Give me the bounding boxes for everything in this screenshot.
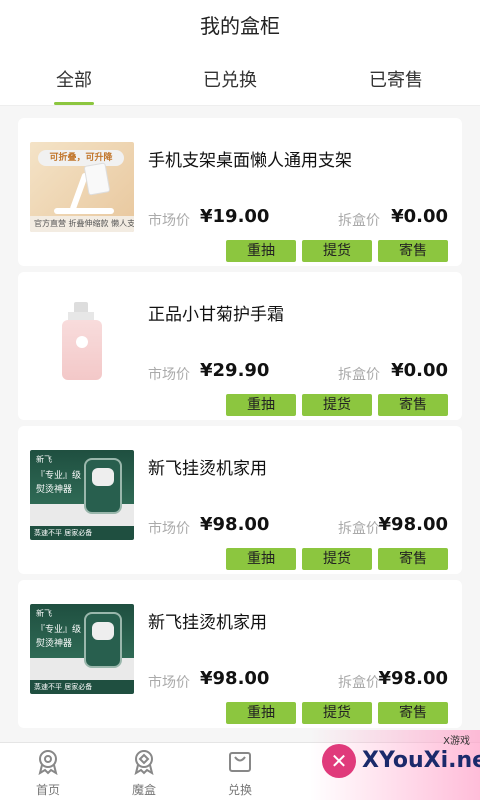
thumb-footer: 官方直营 折叠伸缩款 懒人支架 [30, 216, 134, 232]
shopping-bag-icon [229, 752, 251, 772]
thumb-line2: 熨烫神器 [36, 639, 73, 649]
list-item: 可折叠，可升降 官方直营 折叠伸缩款 懒人支架 手机支架桌面懒人通用支架 市场价… [18, 118, 462, 266]
nav-label: 魔盒 [131, 783, 156, 797]
market-price-label: 市场价 [148, 521, 190, 537]
market-price-value: ¥19.00 [200, 206, 270, 227]
nav-label: 兑换 [227, 783, 252, 797]
list-item: 正品小甘菊护手霜 市场价 ¥29.90 拆盒价 ¥0.00 重抽 提货 寄售 [18, 272, 462, 420]
magic-box-icon [134, 750, 154, 775]
watermark: X游戏 ✕ XYouXi.net [310, 730, 480, 800]
action-buttons: 重抽 提货 寄售 [220, 702, 448, 726]
product-thumbnail[interactable]: 新飞 『专业』级 熨烫神器 蒸速不平 居家必备 [30, 604, 134, 694]
consign-button[interactable]: 寄售 [378, 240, 448, 262]
page-title: 我的盒柜 [200, 14, 280, 38]
nav-magic-box[interactable]: 魔盒 [96, 749, 192, 798]
action-buttons: 重抽 提货 寄售 [220, 394, 448, 418]
tab-exchanged[interactable]: 已兑换 [170, 66, 290, 92]
market-price-value: ¥98.00 [200, 668, 270, 689]
box-price-label: 拆盒价 [338, 213, 380, 229]
thumb-line2: 熨烫神器 [36, 485, 73, 495]
home-medal-icon [38, 750, 58, 775]
nav-exchange[interactable]: 兑换 [192, 749, 288, 798]
action-buttons: 重抽 提货 寄售 [220, 548, 448, 572]
product-name: 新飞挂烫机家用 [148, 459, 267, 479]
box-price-label: 拆盒价 [338, 521, 380, 537]
pickup-button[interactable]: 提货 [302, 702, 372, 724]
box-price-value: ¥0.00 [391, 360, 448, 381]
market-price-label: 市场价 [148, 367, 190, 383]
list-item: 新飞 『专业』级 熨烫神器 蒸速不平 居家必备 新飞挂烫机家用 市场价 ¥98.… [18, 580, 462, 728]
thumb-brand: 新飞 [36, 455, 52, 464]
thumb-line1: 『专业』级 [36, 625, 82, 635]
box-price-label: 拆盒价 [338, 675, 380, 691]
list-item: 新飞 『专业』级 熨烫神器 蒸速不平 居家必备 新飞挂烫机家用 市场价 ¥98.… [18, 426, 462, 574]
nav-home[interactable]: 首页 [0, 749, 96, 798]
pickup-button[interactable]: 提货 [302, 548, 372, 570]
consign-button[interactable]: 寄售 [378, 702, 448, 724]
box-price-label: 拆盒价 [338, 367, 380, 383]
redraw-button[interactable]: 重抽 [226, 548, 296, 570]
product-name: 新飞挂烫机家用 [148, 613, 267, 633]
nav-label: 首页 [35, 783, 60, 797]
redraw-button[interactable]: 重抽 [226, 240, 296, 262]
redraw-button[interactable]: 重抽 [226, 702, 296, 724]
thumb-brand: 新飞 [36, 609, 52, 618]
item-list: 可折叠，可升降 官方直营 折叠伸缩款 懒人支架 手机支架桌面懒人通用支架 市场价… [18, 118, 462, 734]
phone-shape [83, 162, 111, 196]
header: 我的盒柜 全部 已兑换 已寄售 [0, 0, 480, 106]
thumb-footer: 蒸速不平 居家必备 [30, 526, 134, 540]
tab-consigned[interactable]: 已寄售 [336, 66, 456, 92]
box-price-value: ¥98.00 [378, 668, 448, 689]
box-price-value: ¥98.00 [378, 514, 448, 535]
bottle-neck-shape [68, 312, 94, 320]
watermark-small: X游戏 [443, 736, 470, 747]
active-tab-indicator [54, 102, 94, 105]
watermark-logo-icon: ✕ [322, 744, 356, 778]
thumb-footer: 蒸速不平 居家必备 [30, 680, 134, 694]
market-price-value: ¥29.90 [200, 360, 270, 381]
product-thumbnail[interactable]: 新飞 『专业』级 熨烫神器 蒸速不平 居家必备 [30, 450, 134, 540]
flower-icon [76, 336, 88, 348]
market-price-label: 市场价 [148, 213, 190, 229]
tab-all[interactable]: 全部 [14, 66, 134, 92]
thumb-tag: 可折叠，可升降 [38, 150, 124, 166]
market-price-label: 市场价 [148, 675, 190, 691]
market-price-value: ¥98.00 [200, 514, 270, 535]
pickup-button[interactable]: 提货 [302, 394, 372, 416]
bottle-shape [62, 320, 102, 380]
product-name: 手机支架桌面懒人通用支架 [148, 151, 352, 171]
product-thumbnail[interactable]: 可折叠，可升降 官方直营 折叠伸缩款 懒人支架 [30, 142, 134, 232]
product-thumbnail[interactable] [30, 296, 134, 386]
product-name: 正品小甘菊护手霜 [148, 305, 284, 325]
steamer-face [92, 468, 114, 486]
pickup-button[interactable]: 提货 [302, 240, 372, 262]
stand-base-shape [54, 208, 114, 214]
steamer-shape [84, 612, 122, 668]
redraw-button[interactable]: 重抽 [226, 394, 296, 416]
box-price-value: ¥0.00 [391, 206, 448, 227]
steamer-face [92, 622, 114, 640]
thumb-line1: 『专业』级 [36, 471, 82, 481]
consign-button[interactable]: 寄售 [378, 394, 448, 416]
tab-bar: 全部 已兑换 已寄售 [0, 66, 480, 106]
watermark-text: XYouXi.net [362, 748, 480, 773]
consign-button[interactable]: 寄售 [378, 548, 448, 570]
steamer-shape [84, 458, 122, 514]
action-buttons: 重抽 提货 寄售 [220, 240, 448, 264]
